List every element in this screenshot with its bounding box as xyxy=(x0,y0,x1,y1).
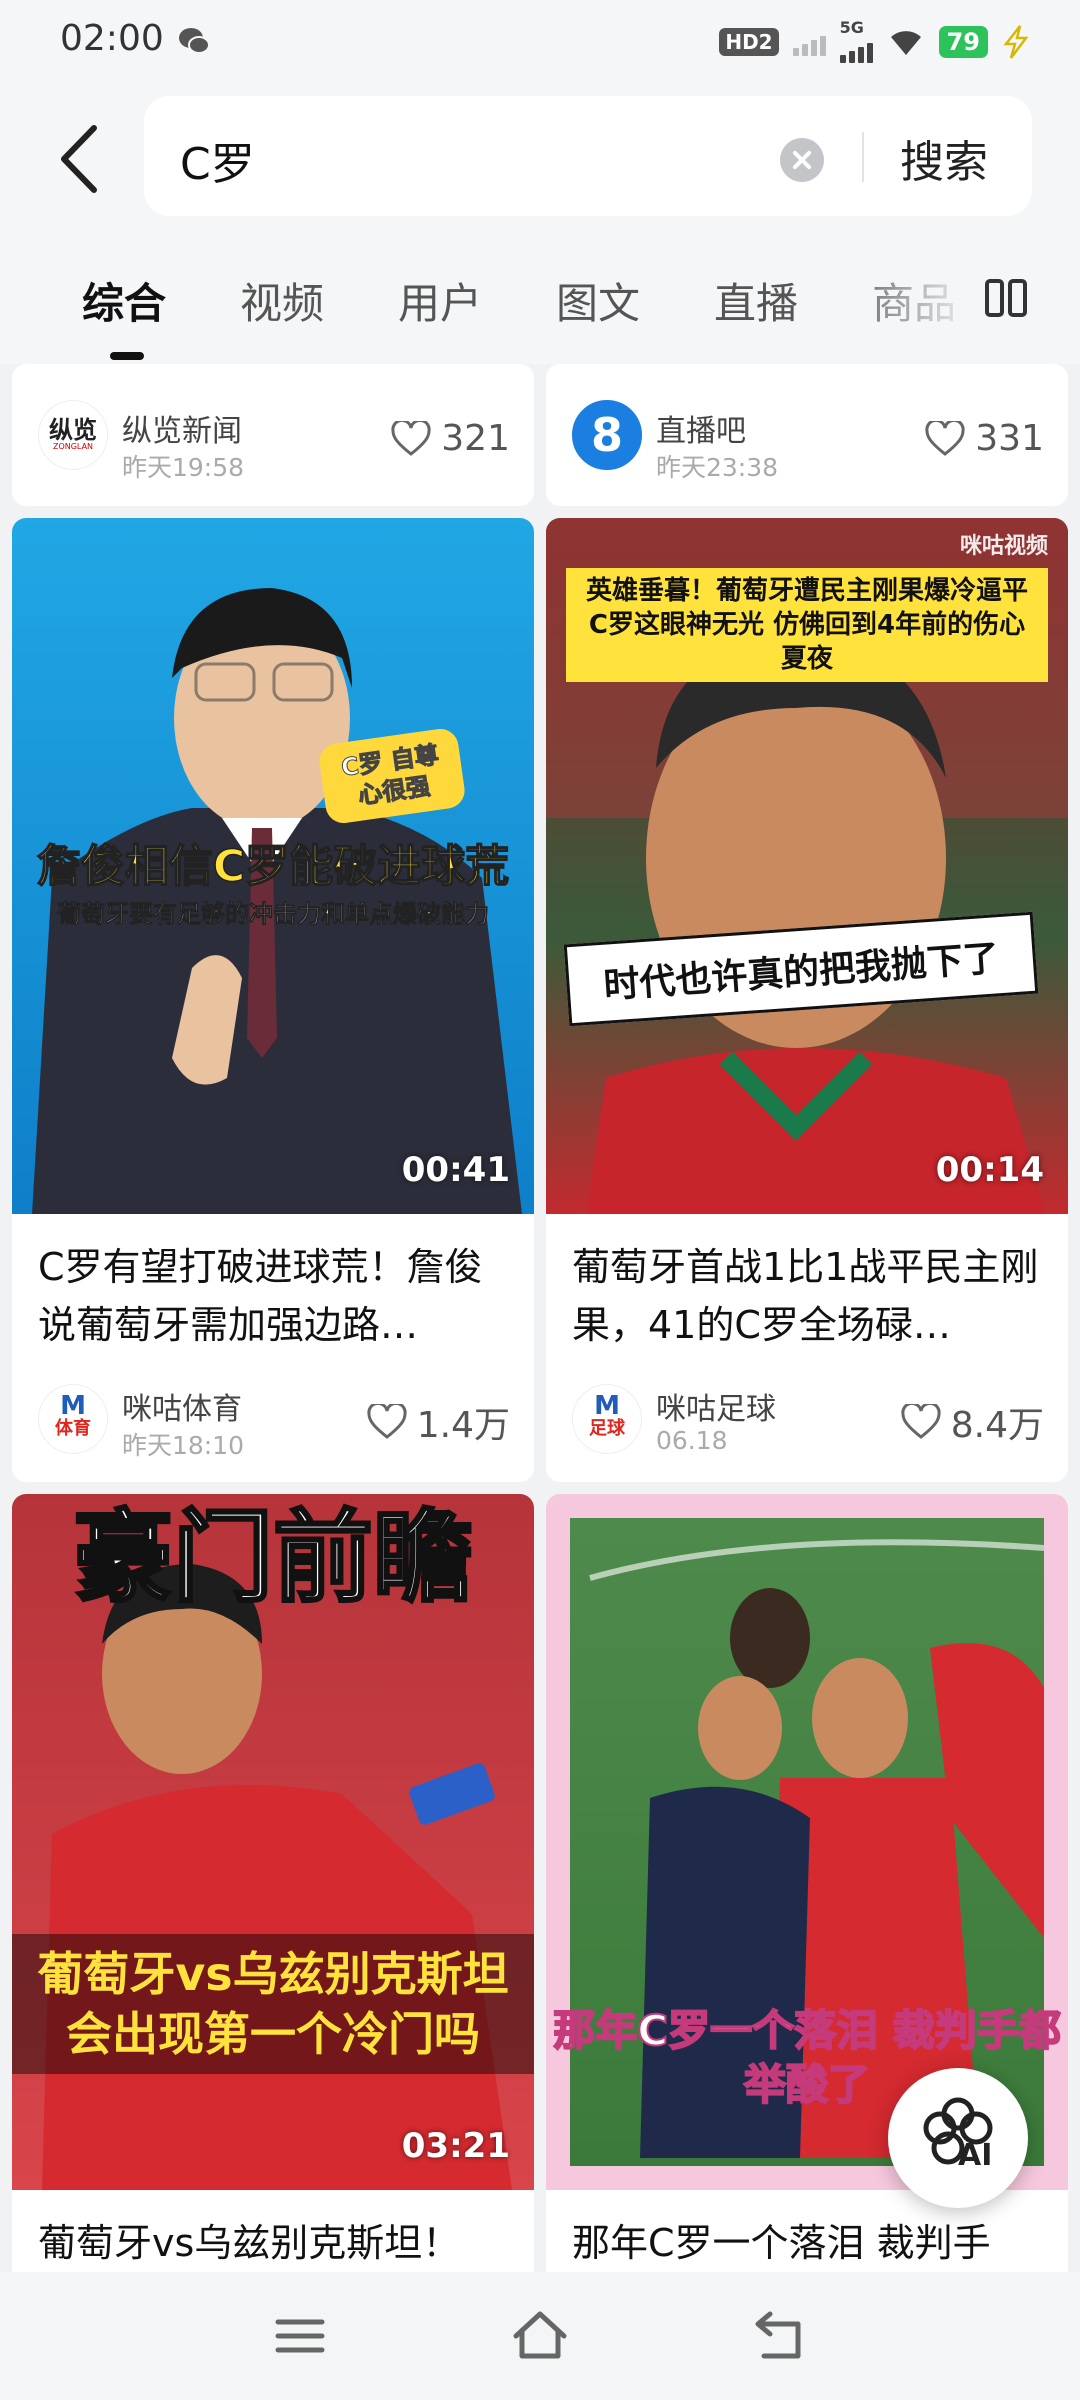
post-time: 昨天23:38 xyxy=(656,453,779,482)
post-time: 昨天18:10 xyxy=(122,1431,245,1460)
result-card-partial-right[interactable]: 8 直播吧 昨天23:38 331 xyxy=(546,364,1068,506)
zonglan-logo: 纵览 ZONGLAN xyxy=(38,400,108,470)
home-icon[interactable] xyxy=(510,2306,570,2366)
video-title: 葡萄牙vs乌兹别克斯坦！ xyxy=(38,2221,461,2265)
source-name: 咪咕体育 xyxy=(122,1392,242,1427)
video-card[interactable]: 豪门前瞻 葡萄牙vs乌兹别克斯坦 会出现第一个冷门吗 03:21 葡萄牙vs乌兹… xyxy=(12,1494,534,2294)
signal-sim1-icon xyxy=(839,35,873,63)
heart-icon xyxy=(391,420,431,456)
source-name: 直播吧 xyxy=(656,414,746,449)
video-thumbnail: 咪咕视频 英雄垂暮！葡萄牙遭民主刚果爆冷逼平 C罗这眼神无光 仿佛回到4年前的伤… xyxy=(546,518,1068,1214)
like-count: 331 xyxy=(975,418,1044,459)
video-thumbnail: 豪门前瞻 葡萄牙vs乌兹别克斯坦 会出现第一个冷门吗 03:21 xyxy=(12,1494,534,2190)
video-duration: 00:41 xyxy=(401,1150,510,1190)
heart-icon xyxy=(925,420,965,456)
tab-comprehensive[interactable]: 综合 xyxy=(82,270,166,331)
zhibo8-logo: 8 xyxy=(572,400,642,470)
tab-video[interactable]: 视频 xyxy=(240,270,324,331)
like-count: 321 xyxy=(441,418,510,459)
result-card-partial-left[interactable]: 纵览 ZONGLAN 纵览新闻 昨天19:58 321 xyxy=(12,364,534,506)
tab-live[interactable]: 直播 xyxy=(714,270,798,331)
back-nav-icon[interactable] xyxy=(750,2306,810,2366)
source-name: 咪咕足球 xyxy=(656,1392,776,1427)
thumbnail-banner: 英雄垂暮！葡萄牙遭民主刚果爆冷逼平 C罗这眼神无光 仿佛回到4年前的伤心夏夜 xyxy=(566,568,1048,682)
video-card[interactable]: C罗 自尊心很强 詹俊相信C罗能破进球荒 葡萄牙要有足够的冲击力和单点爆破能力 … xyxy=(12,518,534,1482)
battery-indicator: 79 xyxy=(938,26,988,58)
charging-bolt-icon xyxy=(1003,25,1029,59)
heart-icon xyxy=(901,1404,941,1439)
menu-icon[interactable] xyxy=(270,2306,330,2366)
video-title: C罗有望打破进球荒！詹俊说葡萄牙需加强边路… xyxy=(38,1245,483,1347)
video-duration: 03:21 xyxy=(401,2126,510,2166)
wechat-notification-icon xyxy=(179,28,210,54)
search-divider xyxy=(862,132,864,182)
video-title: 那年C罗一个落泪 裁判手 xyxy=(572,2221,991,2265)
channel-watermark: 咪咕视频 xyxy=(959,534,1048,559)
ai-label: AI xyxy=(958,2138,993,2173)
search-query[interactable]: C罗 xyxy=(180,128,255,192)
thumbnail-subheadline: 葡萄牙要有足够的冲击力和单点爆破能力 xyxy=(57,900,490,929)
search-header: C罗 搜索 xyxy=(0,84,1080,234)
status-bar: 02:00 HD2 5G 79 xyxy=(0,0,1080,84)
like-count: 8.4万 xyxy=(950,1405,1044,1446)
search-input[interactable]: C罗 搜索 xyxy=(144,96,1032,216)
clear-search-icon[interactable] xyxy=(780,138,824,182)
search-button[interactable]: 搜索 xyxy=(900,126,988,190)
signal-sim2-icon xyxy=(792,28,826,56)
thumbnail-subheadline: 葡萄牙vs乌兹别克斯坦 会出现第一个冷门吗 xyxy=(12,1934,534,2074)
migu-football-logo: M 足球 xyxy=(572,1384,642,1454)
active-tab-indicator xyxy=(110,352,144,360)
video-thumbnail: C罗 自尊心很强 詹俊相信C罗能破进球荒 葡萄牙要有足够的冲击力和单点爆破能力 … xyxy=(12,518,534,1214)
heart-icon xyxy=(367,1404,407,1439)
source-name: 纵览新闻 xyxy=(122,414,242,449)
migu-sports-logo: M 体育 xyxy=(38,1384,108,1454)
like-button[interactable]: 8.4万 xyxy=(901,1396,1044,1448)
post-time: 昨天19:58 xyxy=(122,453,245,482)
post-time: 06.18 xyxy=(656,1426,728,1455)
network-type-label: 5G xyxy=(839,18,864,37)
layout-toggle-icon[interactable] xyxy=(984,278,1028,318)
video-card[interactable]: 咪咕视频 英雄垂暮！葡萄牙遭民主刚果爆冷逼平 C罗这眼神无光 仿佛回到4年前的伤… xyxy=(546,518,1068,1482)
thumbnail-headline: 詹俊相信C罗能破进球荒 xyxy=(36,840,510,893)
video-title: 葡萄牙首战1比1战平民主刚果，41的C罗全场碌… xyxy=(572,1245,1039,1347)
video-duration: 00:14 xyxy=(935,1150,1044,1190)
status-time: 02:00 xyxy=(60,18,164,59)
hd-voice-icon: HD2 xyxy=(719,28,779,56)
ai-assistant-button[interactable]: AI xyxy=(888,2068,1028,2208)
like-button[interactable]: 321 xyxy=(391,418,510,459)
like-button[interactable]: 1.4万 xyxy=(367,1396,510,1448)
tabs-fade xyxy=(835,260,975,340)
back-arrow-icon[interactable] xyxy=(56,122,106,196)
like-count: 1.4万 xyxy=(416,1405,510,1446)
tab-article[interactable]: 图文 xyxy=(556,270,640,331)
thumbnail-headline: 豪门前瞻 xyxy=(72,1498,475,1618)
tab-user[interactable]: 用户 xyxy=(398,270,482,331)
like-button[interactable]: 331 xyxy=(925,418,1044,459)
system-nav-bar xyxy=(0,2272,1080,2400)
wifi-icon xyxy=(890,31,921,55)
